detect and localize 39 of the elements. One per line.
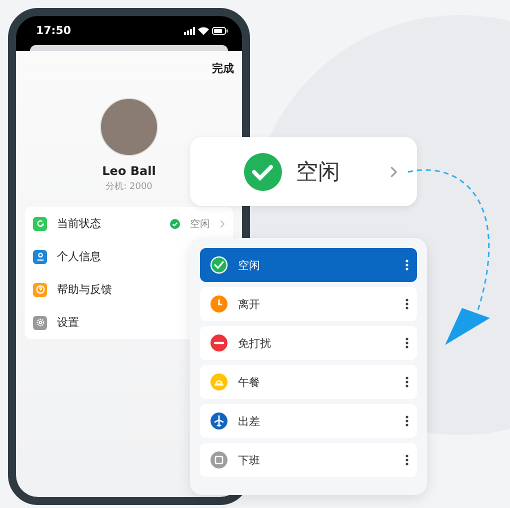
- clock-icon: [210, 295, 228, 313]
- refresh-icon: [36, 219, 44, 228]
- more-icon[interactable]: [405, 298, 409, 310]
- status-time: 17:50: [36, 24, 72, 37]
- menu-item[interactable]: 当前状态: [57, 216, 101, 231]
- status-option[interactable]: 免打扰: [200, 326, 417, 360]
- menu-item[interactable]: 设置: [57, 315, 79, 330]
- chevron-right-icon: [220, 220, 225, 228]
- more-icon[interactable]: [405, 376, 409, 388]
- status-value: 空闲: [190, 218, 210, 230]
- user-name: Leo Ball: [102, 164, 156, 178]
- status-option[interactable]: 空闲: [200, 248, 417, 282]
- status-option[interactable]: 离开: [200, 287, 417, 321]
- extension-number: 分机: 2000: [106, 180, 152, 193]
- more-icon[interactable]: [405, 454, 409, 466]
- status-option[interactable]: 下班: [200, 443, 417, 477]
- person-icon: [36, 252, 44, 261]
- settings-icon: [36, 318, 44, 327]
- more-icon[interactable]: [405, 337, 409, 349]
- menu-item[interactable]: 帮助与反馈: [57, 282, 112, 297]
- check-circle-icon: [244, 152, 282, 190]
- dish-icon: [210, 373, 228, 391]
- battery-icon: [212, 26, 228, 34]
- check-circle-icon: [210, 256, 228, 274]
- wifi-icon: [198, 26, 209, 34]
- status-option[interactable]: 出差: [200, 404, 417, 438]
- menu-item[interactable]: 个人信息: [57, 249, 101, 264]
- status-option[interactable]: 午餐: [200, 365, 417, 399]
- chevron-right-icon: [390, 166, 397, 178]
- check-circle-icon: [170, 218, 180, 228]
- status-card[interactable]: 空闲: [190, 137, 417, 206]
- minus-circle-icon: [210, 334, 228, 352]
- more-icon[interactable]: [405, 415, 409, 427]
- more-icon[interactable]: [405, 259, 409, 271]
- question-icon: [36, 285, 44, 294]
- status-label: 空闲: [296, 158, 341, 186]
- done-button[interactable]: 完成: [212, 61, 234, 76]
- plane-icon: [210, 412, 228, 430]
- signal-icon: [184, 26, 195, 34]
